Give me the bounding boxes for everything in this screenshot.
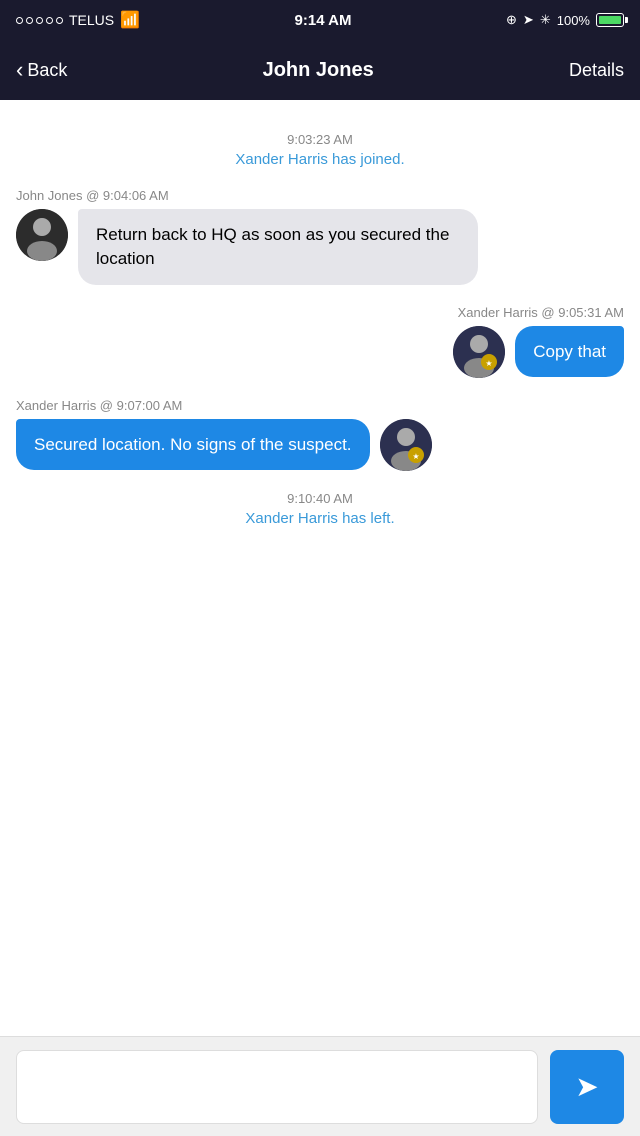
avatar-xander-2: ★ bbox=[380, 419, 432, 471]
back-label: Back bbox=[27, 60, 67, 81]
message-meta-xander-2: Xander Harris @ 9:07:00 AM bbox=[16, 398, 624, 413]
nav-bar: ‹ Back John Jones Details bbox=[0, 40, 640, 100]
battery-icon bbox=[596, 13, 624, 27]
send-icon: ➤ bbox=[575, 1070, 598, 1103]
signal-dot-3 bbox=[36, 17, 43, 24]
nav-title: John Jones bbox=[263, 59, 374, 82]
bluetooth-icon: ✳ bbox=[540, 12, 551, 28]
location-icon: ⊕ bbox=[506, 12, 517, 28]
send-button[interactable]: ➤ bbox=[550, 1050, 624, 1124]
signal-dot-2 bbox=[26, 17, 33, 24]
system-message-joined: 9:03:23 AM Xander Harris has joined. bbox=[16, 132, 624, 168]
message-meta-xander-1: Xander Harris @ 9:05:31 AM bbox=[16, 305, 624, 320]
message-bubble-john: Return back to HQ as soon as you secured… bbox=[16, 209, 624, 285]
message-input[interactable] bbox=[16, 1050, 538, 1124]
back-button[interactable]: ‹ Back bbox=[16, 57, 67, 83]
input-area: ➤ bbox=[0, 1036, 640, 1136]
back-arrow-icon: ‹ bbox=[16, 57, 23, 83]
signal-dots bbox=[16, 17, 63, 24]
status-left: TELUS 📶 bbox=[16, 10, 140, 30]
system-time-2: 9:10:40 AM bbox=[16, 491, 624, 506]
message-row-xander-2: Xander Harris @ 9:07:00 AM Secured locat… bbox=[16, 398, 624, 471]
chat-area: 9:03:23 AM Xander Harris has joined. Joh… bbox=[0, 100, 640, 1036]
signal-dot-4 bbox=[46, 17, 53, 24]
system-time-1: 9:03:23 AM bbox=[16, 132, 624, 147]
system-text-left: Xander Harris has left. bbox=[16, 510, 624, 527]
carrier-name: TELUS bbox=[69, 12, 114, 28]
avatar-john bbox=[16, 209, 68, 261]
bubble-xander-2: Secured location. No signs of the suspec… bbox=[16, 419, 370, 471]
signal-dot-1 bbox=[16, 17, 23, 24]
message-meta-john: John Jones @ 9:04:06 AM bbox=[16, 188, 624, 203]
bubble-john: Return back to HQ as soon as you secured… bbox=[78, 209, 478, 285]
details-button[interactable]: Details bbox=[569, 60, 624, 81]
bubble-xander-1: Copy that bbox=[515, 326, 624, 378]
message-row-xander-1: Xander Harris @ 9:05:31 AM Copy that ★ bbox=[16, 305, 624, 378]
arrow-icon: ➤ bbox=[523, 12, 534, 28]
signal-dot-5 bbox=[56, 17, 63, 24]
status-time: 9:14 AM bbox=[295, 12, 352, 29]
message-bubble-xander-1: Copy that ★ bbox=[16, 326, 624, 378]
svg-text:★: ★ bbox=[412, 452, 419, 461]
svg-text:★: ★ bbox=[486, 359, 493, 368]
battery-percent: 100% bbox=[557, 13, 590, 28]
avatar-xander-1: ★ bbox=[453, 326, 505, 378]
message-bubble-xander-2: Secured location. No signs of the suspec… bbox=[16, 419, 624, 471]
status-bar: TELUS 📶 9:14 AM ⊕ ➤ ✳ 100% bbox=[0, 0, 640, 40]
message-row-john: John Jones @ 9:04:06 AM Return back to H… bbox=[16, 188, 624, 285]
system-text-joined: Xander Harris has joined. bbox=[16, 151, 624, 168]
system-message-left: 9:10:40 AM Xander Harris has left. bbox=[16, 491, 624, 527]
status-right: ⊕ ➤ ✳ 100% bbox=[506, 12, 624, 28]
wifi-icon: 📶 bbox=[120, 10, 140, 30]
battery-fill bbox=[599, 16, 621, 24]
